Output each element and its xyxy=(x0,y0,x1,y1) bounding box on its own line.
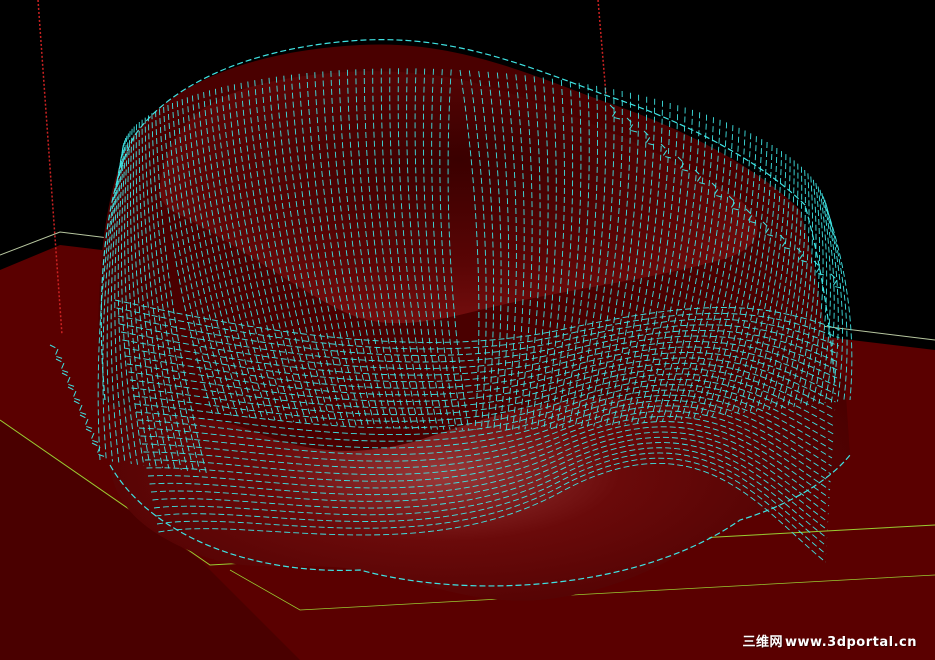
3d-viewport[interactable]: 三维网 www.3dportal.cn xyxy=(0,0,935,660)
rapid-move-line-right xyxy=(597,0,607,96)
toolpath-scene xyxy=(0,0,935,660)
watermark-cjk-text: 三维网 xyxy=(742,635,784,650)
site-watermark: 三维网 www.3dportal.cn xyxy=(743,631,918,650)
watermark-url-text: www.3dportal.cn xyxy=(785,635,917,650)
